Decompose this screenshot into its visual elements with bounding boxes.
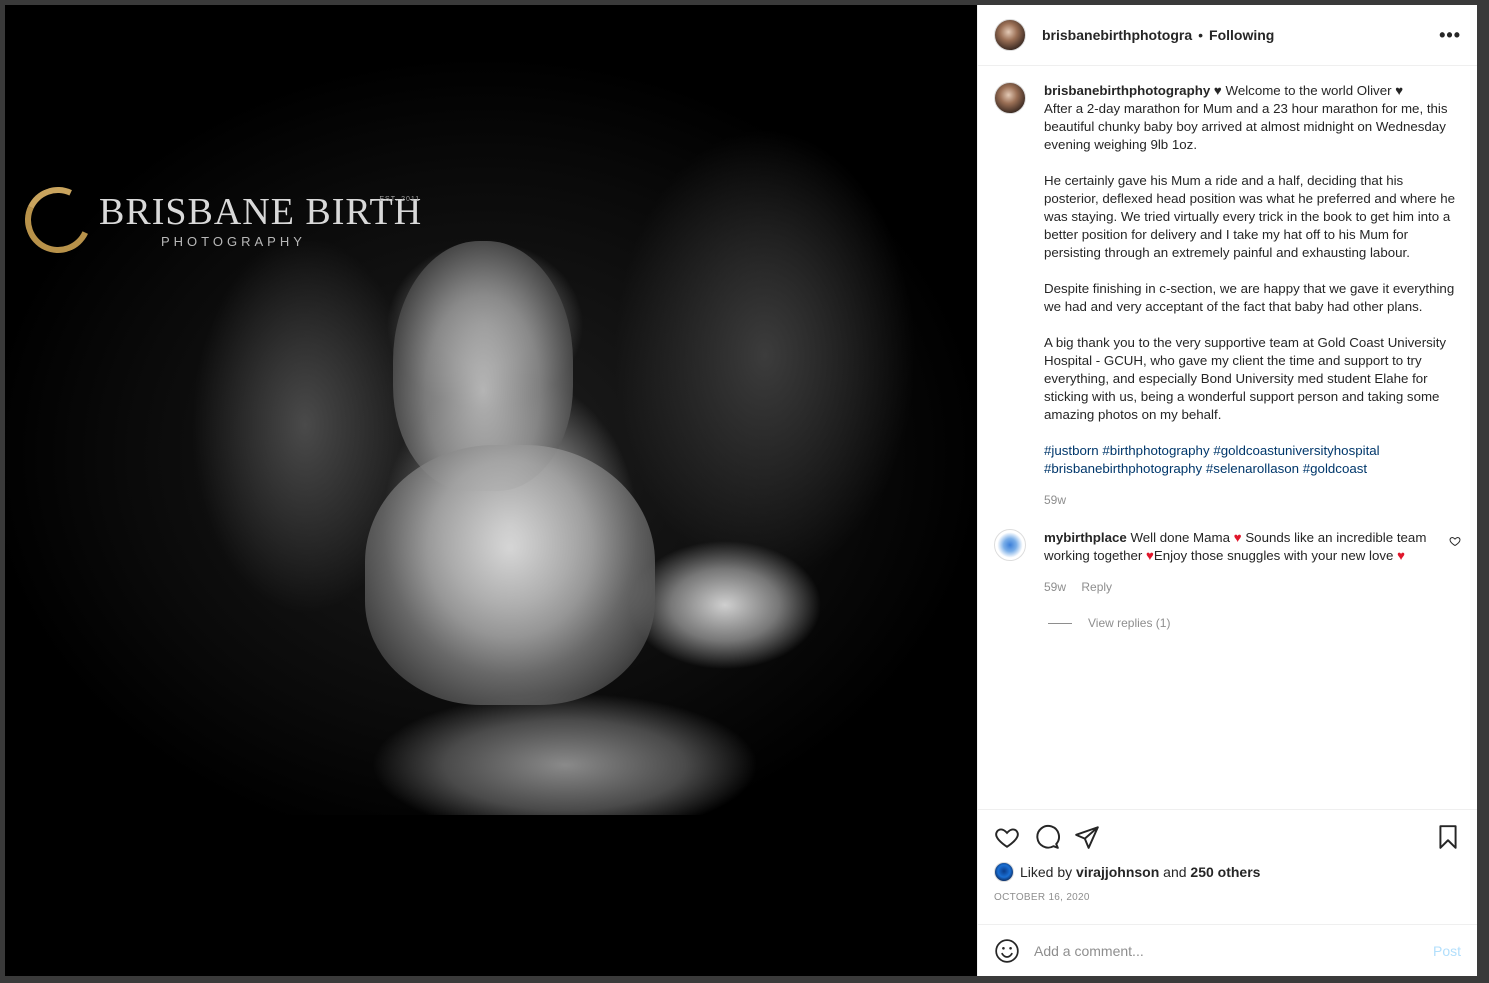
add-comment-bar: Post bbox=[978, 924, 1477, 976]
more-options-icon[interactable]: ••• bbox=[1439, 25, 1461, 46]
post-modal: BRISBANE BIRTH PHOTOGRAPHY EST. 2011 bri… bbox=[5, 5, 1477, 976]
post-comment-button[interactable]: Post bbox=[1433, 943, 1461, 959]
comment-text-3: Enjoy those snuggles with your new love bbox=[1153, 548, 1394, 563]
post-sidebar: brisbanebirthphotogra • Following ••• br… bbox=[977, 5, 1477, 976]
red-heart-emoji-icon: ♥ bbox=[1397, 548, 1406, 563]
caption-paragraph-3: Despite finishing in c-section, we are h… bbox=[1044, 281, 1455, 314]
hashtag-link[interactable]: #selenarollason bbox=[1206, 461, 1299, 476]
hashtag-link[interactable]: #brisbanebirthphotography bbox=[1044, 461, 1202, 476]
like-heart-icon[interactable] bbox=[994, 824, 1020, 850]
hashtag-link[interactable]: #birthphotography bbox=[1102, 443, 1209, 458]
red-heart-emoji-icon: ♥ bbox=[1233, 530, 1242, 545]
comment-input[interactable] bbox=[1034, 942, 1433, 959]
brisbane-birth-logo: BRISBANE BIRTH PHOTOGRAPHY EST. 2011 bbox=[15, 177, 423, 263]
post-header: brisbanebirthphotogra • Following ••• bbox=[978, 5, 1477, 66]
comment-timestamp[interactable]: 59w bbox=[1044, 580, 1066, 594]
following-button[interactable]: Following bbox=[1209, 27, 1274, 43]
header-separator: • bbox=[1198, 27, 1204, 43]
caption-timestamp[interactable]: 59w bbox=[1044, 491, 1461, 509]
view-replies-button[interactable]: View replies (1) bbox=[1048, 616, 1461, 630]
likes-summary: Liked by virajjohnson and 250 others bbox=[994, 862, 1461, 882]
replies-divider-line bbox=[1048, 622, 1072, 624]
hashtag-link[interactable]: #goldcoastuniversityhospital bbox=[1213, 443, 1379, 458]
hashtag-link[interactable]: #justborn bbox=[1044, 443, 1099, 458]
comment-meta: 59w Reply bbox=[1044, 578, 1434, 596]
share-send-icon[interactable] bbox=[1074, 824, 1100, 850]
logo-est-text: EST. 2011 bbox=[379, 195, 421, 203]
liked-and: and bbox=[1163, 864, 1187, 880]
caption-paragraph-4: A big thank you to the very supportive t… bbox=[1044, 335, 1447, 422]
view-replies-label[interactable]: View replies (1) bbox=[1088, 616, 1170, 630]
comments-section[interactable]: brisbanebirthphotography ♥ Welcome to th… bbox=[978, 66, 1477, 809]
red-heart-emoji-icon: ♥ bbox=[1146, 548, 1154, 563]
comment-like-heart-icon[interactable] bbox=[1449, 535, 1461, 547]
photo-subject-body bbox=[365, 445, 655, 705]
liked-by-user[interactable]: virajjohnson bbox=[1076, 864, 1159, 880]
comment-bubble-icon[interactable] bbox=[1034, 824, 1060, 850]
post-actions: Liked by virajjohnson and 250 others OCT… bbox=[978, 809, 1477, 924]
caption-hashtags: #justborn #birthphotography #goldcoastun… bbox=[1044, 442, 1461, 478]
comment-item: mybirthplace Well done Mama ♥ Sounds lik… bbox=[994, 529, 1461, 596]
reply-button[interactable]: Reply bbox=[1081, 580, 1112, 594]
post-media: BRISBANE BIRTH PHOTOGRAPHY EST. 2011 bbox=[5, 5, 977, 976]
commenter-username[interactable]: mybirthplace bbox=[1044, 530, 1127, 545]
moon-logo-icon bbox=[15, 177, 101, 263]
post-caption: brisbanebirthphotography ♥ Welcome to th… bbox=[994, 82, 1461, 509]
caption-paragraph-2: He certainly gave his Mum a ride and a h… bbox=[1044, 173, 1455, 260]
emoji-smiley-icon[interactable] bbox=[994, 938, 1020, 964]
author-avatar[interactable] bbox=[994, 19, 1026, 51]
comment-text-1: Well done Mama bbox=[1130, 530, 1230, 545]
likes-count-link[interactable]: 250 others bbox=[1190, 864, 1260, 880]
liked-by-prefix: Liked by bbox=[1020, 864, 1073, 880]
caption-username[interactable]: brisbanebirthphotography bbox=[1044, 83, 1210, 98]
logo-sub-text: PHOTOGRAPHY bbox=[161, 233, 306, 249]
post-date[interactable]: OCTOBER 16, 2020 bbox=[994, 892, 1461, 903]
logo-brand-text: BRISBANE BIRTH bbox=[99, 190, 423, 233]
liker-avatar[interactable] bbox=[994, 862, 1014, 882]
hashtag-link[interactable]: #goldcoast bbox=[1303, 461, 1367, 476]
caption-author-avatar[interactable] bbox=[994, 82, 1026, 114]
commenter-avatar[interactable] bbox=[994, 529, 1026, 561]
bookmark-save-icon[interactable] bbox=[1435, 824, 1461, 850]
author-username[interactable]: brisbanebirthphotogra bbox=[1042, 27, 1192, 43]
